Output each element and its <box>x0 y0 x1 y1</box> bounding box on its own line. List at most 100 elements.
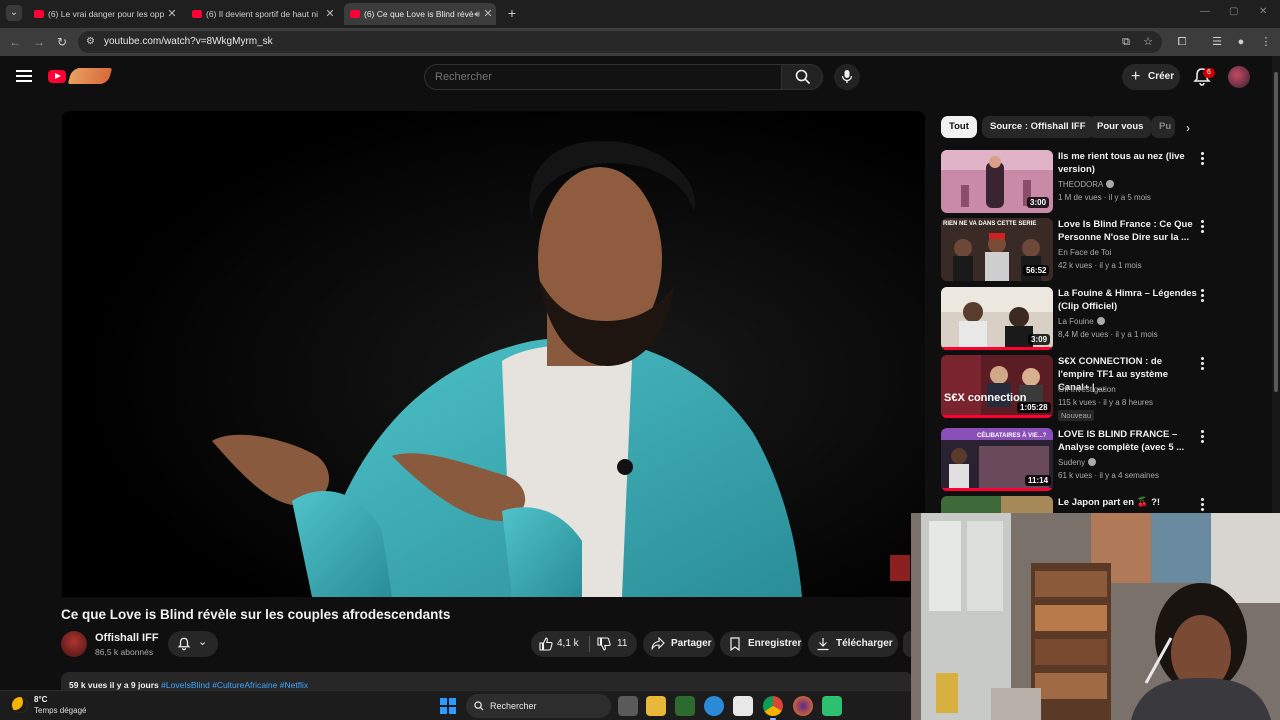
description-box[interactable]: 59 k vues il y a 9 jours #LoveIsBlind #C… <box>61 672 913 692</box>
file-explorer-icon[interactable] <box>646 696 666 716</box>
chip-partial[interactable]: Pu <box>1151 116 1175 138</box>
browser-tab-3[interactable]: (6) Ce que Love is Blind révè 🔊︎ ✕ <box>344 3 496 25</box>
search-input[interactable] <box>435 71 755 83</box>
menu-icon[interactable] <box>16 70 32 82</box>
close-tab-icon[interactable]: ✕ <box>166 3 178 25</box>
browser-tab-2[interactable]: (6) Il devient sportif de haut ni ✕ <box>186 3 338 25</box>
profile-icon[interactable]: ● <box>1233 34 1249 50</box>
forward-icon[interactable]: → <box>31 34 47 50</box>
recommendation-channel[interactable]: THEODORA <box>1058 180 1115 189</box>
cast-icon[interactable]: ⧉ <box>1118 34 1134 50</box>
close-window-icon[interactable]: ✕ <box>1259 6 1267 17</box>
share-icon <box>651 637 665 650</box>
chip-for-you[interactable]: Pour vous <box>1089 116 1152 138</box>
recommendation-title[interactable]: Ils me rient tous au nez (live version) <box>1058 150 1198 176</box>
duration-badge: 3:09 <box>1028 334 1051 345</box>
webcam-feed <box>911 513 1280 720</box>
description-tags[interactable]: #LoveIsBlind #CultureAfricaine #Netflix <box>161 680 308 690</box>
recommendation-title[interactable]: Le Japon part en 🍒 ?! <box>1058 496 1198 509</box>
more-options-icon[interactable] <box>1201 498 1207 512</box>
bookmark-star-icon[interactable]: ☆ <box>1140 34 1156 50</box>
recommendation-channel[interactable]: En Face de Toi <box>1058 248 1111 257</box>
recommendation-title[interactable]: La Fouine & Himra – Légendes (Clip Offic… <box>1058 287 1198 313</box>
site-info-icon[interactable]: ⚙ <box>86 36 98 48</box>
recommendation-item[interactable]: 3:00 Ils me rient tous au nez (live vers… <box>941 150 1211 214</box>
duration-badge: 11:14 <box>1025 475 1052 486</box>
download-label: Télécharger <box>836 638 893 649</box>
share-label: Partager <box>671 638 712 649</box>
taskbar-search-label: Rechercher <box>490 701 537 711</box>
weather-description[interactable]: Temps dégagé <box>34 706 86 715</box>
weather-temperature[interactable]: 8°C <box>34 695 47 704</box>
reading-list-icon[interactable]: ☰ <box>1209 34 1225 50</box>
recommendation-channel[interactable]: La Fouine <box>1058 317 1105 326</box>
new-tab-icon[interactable]: + <box>505 5 519 21</box>
like-button[interactable]: 4,1 k <box>531 631 587 657</box>
notification-count-badge: 6 <box>1203 68 1215 78</box>
close-tab-icon[interactable]: ✕ <box>482 3 494 25</box>
tab-search-icon[interactable]: ⌄ <box>6 5 22 21</box>
subscription-bell-button[interactable]: ⌄ <box>168 631 218 657</box>
recommendation-item[interactable]: S€X connection 1:05:28 S€X CONNECTION : … <box>941 355 1211 421</box>
address-bar[interactable]: ⚙ youtube.com/watch?v=8WkgMyrm_sk ⧉ ☆ <box>78 31 1162 53</box>
recommendation-item[interactable]: CÉLIBATAIRES À VIE...? 11:14 LOVE IS BLI… <box>941 428 1211 492</box>
extensions-icon[interactable]: ⧠ <box>1174 34 1190 50</box>
microphone-icon <box>841 70 853 83</box>
dislike-button[interactable]: 11 <box>591 631 637 657</box>
chrome-icon[interactable] <box>763 696 783 720</box>
browser-menu-icon[interactable]: ⋮ <box>1258 34 1274 50</box>
search-button[interactable] <box>781 64 823 90</box>
chip-all[interactable]: Tout <box>941 116 977 138</box>
tab-title: (6) Le vrai danger pour les opp <box>48 9 165 19</box>
store-icon[interactable] <box>733 696 753 716</box>
recommendation-channel[interactable]: Off Investigation <box>1058 385 1116 394</box>
edge-icon[interactable] <box>704 696 724 716</box>
more-options-icon[interactable] <box>1201 289 1207 303</box>
recommendation-title[interactable]: LOVE IS BLIND FRANCE – Analyse complète … <box>1058 428 1198 454</box>
recommendation-meta: 1 M de vues · il y a 5 mois <box>1058 193 1151 202</box>
more-options-icon[interactable] <box>1201 430 1207 444</box>
youtube-favicon-icon <box>192 10 202 18</box>
recommendation-item[interactable]: Le Japon part en 🍒 ?! <box>941 496 1211 514</box>
voice-search-button[interactable] <box>834 64 860 90</box>
maximize-icon[interactable]: ▢ <box>1229 6 1238 17</box>
more-options-icon[interactable] <box>1201 152 1207 166</box>
nvidia-icon[interactable] <box>675 696 695 716</box>
channel-name[interactable]: Offishall IFF <box>95 632 159 644</box>
reload-icon[interactable]: ↻ <box>54 34 70 50</box>
account-avatar[interactable] <box>1228 66 1250 88</box>
share-button[interactable]: Partager <box>643 631 715 657</box>
start-button[interactable] <box>440 698 456 714</box>
more-actions-button[interactable] <box>903 631 911 657</box>
close-tab-icon[interactable]: ✕ <box>324 3 336 25</box>
recommendation-item[interactable]: RIEN NE VA DANS CETTE SERIE 56:52 Love I… <box>941 218 1211 282</box>
recommendation-title[interactable]: Love Is Blind France : Ce Que Personne N… <box>1058 218 1198 244</box>
search-icon <box>795 69 811 85</box>
browser-tab-strip: ⌄ (6) Le vrai danger pour les opp ✕ (6) … <box>0 0 1280 28</box>
save-button[interactable]: Enregistrer <box>720 631 802 657</box>
youtube-logo[interactable] <box>48 68 113 86</box>
search-box[interactable] <box>424 64 782 90</box>
app-icon[interactable] <box>822 696 842 716</box>
chevron-right-icon[interactable]: › <box>1186 121 1190 135</box>
minimize-icon[interactable]: — <box>1200 6 1210 17</box>
firefox-icon[interactable] <box>793 696 813 716</box>
scrollbar-thumb[interactable] <box>1274 72 1278 392</box>
task-view-icon[interactable] <box>618 696 638 716</box>
more-options-icon[interactable] <box>1201 220 1207 234</box>
tab-title: (6) Ce que Love is Blind révè <box>364 9 474 19</box>
create-button[interactable]: + Créer <box>1122 64 1180 90</box>
more-options-icon[interactable] <box>1201 357 1207 371</box>
moon-icon[interactable] <box>12 697 28 713</box>
browser-tab-1[interactable]: (6) Le vrai danger pour les opp ✕ <box>28 3 180 25</box>
taskbar-search[interactable]: Rechercher <box>466 694 611 718</box>
back-icon[interactable]: ← <box>7 34 23 50</box>
recommendation-item[interactable]: 3:09 La Fouine & Himra – Légendes (Clip … <box>941 287 1211 351</box>
video-player[interactable] <box>62 111 925 597</box>
recommendation-channel[interactable]: Sudeny <box>1058 458 1097 467</box>
speaker-icon[interactable]: 🔊︎ <box>474 3 480 25</box>
chip-source[interactable]: Source : Offishall IFF <box>982 116 1094 138</box>
download-button[interactable]: Télécharger <box>808 631 898 657</box>
channel-avatar[interactable] <box>61 631 87 657</box>
channel-watermark[interactable] <box>890 555 910 581</box>
